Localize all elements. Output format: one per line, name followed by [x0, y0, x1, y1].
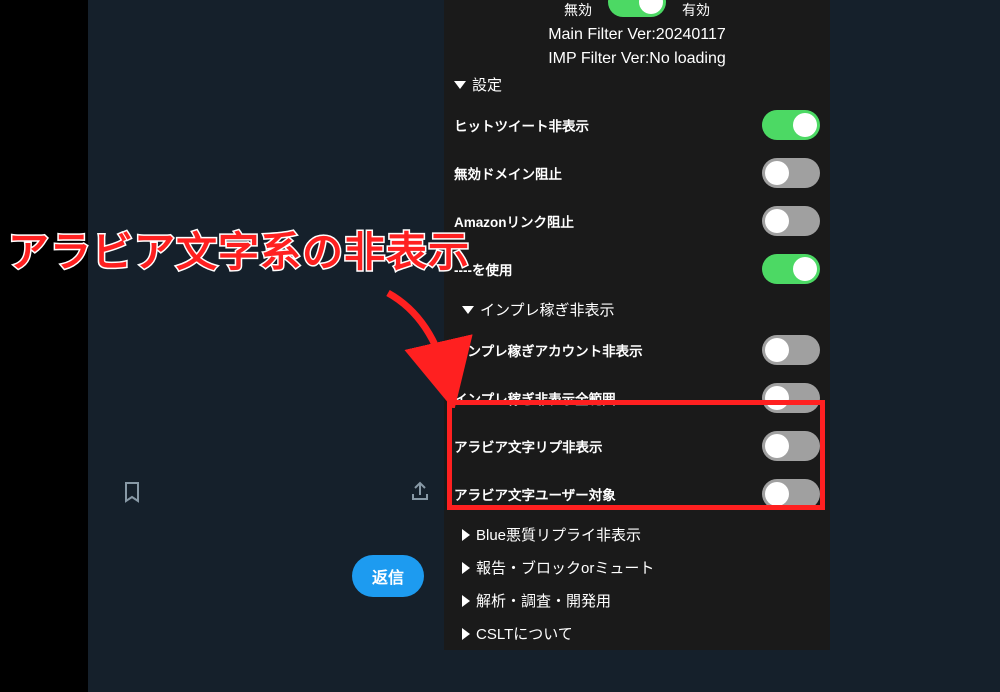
top-off-label: 無効 — [564, 0, 592, 20]
row-impress-account-hide: インプレ稼ぎアカウント非表示 — [452, 326, 822, 374]
toggle-arabic-user-target[interactable] — [762, 479, 820, 509]
toggle-impress-account-hide[interactable] — [762, 335, 820, 365]
chevron-down-icon — [454, 81, 466, 89]
toggle-amazon-link-block[interactable] — [762, 206, 820, 236]
section-debug[interactable]: 解析・調査・開発用 — [452, 584, 822, 617]
top-on-label: 有効 — [682, 0, 710, 20]
section-impress-label: インプレ稼ぎ非表示 — [480, 299, 615, 320]
bookmark-icon[interactable] — [120, 480, 144, 504]
toggle-impress-hide-all[interactable] — [762, 383, 820, 413]
chevron-right-icon — [462, 628, 470, 640]
section-blue-bad-reply[interactable]: Blue悪質リプライ非表示 — [452, 518, 822, 551]
main-filter-version: Main Filter Ver:20240117 — [452, 26, 822, 44]
reply-button[interactable]: 返信 — [352, 555, 424, 597]
setting-label: インプレ稼ぎ非表示全範囲 — [454, 388, 616, 408]
chevron-right-icon — [462, 562, 470, 574]
master-toggle[interactable] — [608, 0, 666, 17]
row-hit-tweet-hide: ヒットツイート非表示 — [452, 101, 822, 149]
section-label: 解析・調査・開発用 — [476, 590, 611, 611]
row-amazon-link-block: Amazonリンク阻止 — [452, 197, 822, 245]
toggle-invalid-domain-block[interactable] — [762, 158, 820, 188]
imp-filter-version: IMP Filter Ver:No loading — [452, 50, 822, 68]
section-label: Blue悪質リプライ非表示 — [476, 524, 641, 545]
setting-label: ヒットツイート非表示 — [454, 115, 589, 135]
toggle-hit-tweet-hide[interactable] — [762, 110, 820, 140]
share-icon[interactable] — [408, 480, 432, 504]
row-arabic-reply-hide: アラビア文字リプ非表示 — [452, 422, 822, 470]
toggle-use-something[interactable] — [762, 254, 820, 284]
chevron-down-icon — [462, 306, 474, 314]
setting-label: Amazonリンク阻止 — [454, 211, 574, 231]
section-about[interactable]: CSLTについて — [452, 617, 822, 650]
setting-label: アラビア文字ユーザー対象 — [454, 484, 616, 504]
section-label: CSLTについて — [476, 623, 573, 644]
row-invalid-domain-block: 無効ドメイン阻止 — [452, 149, 822, 197]
chevron-right-icon — [462, 595, 470, 607]
toggle-arabic-reply-hide[interactable] — [762, 431, 820, 461]
setting-label: 無効ドメイン阻止 — [454, 163, 562, 183]
extension-panel: 無効 有効 Main Filter Ver:20240117 IMP Filte… — [444, 0, 830, 650]
chevron-right-icon — [462, 529, 470, 541]
row-use-something: ----を使用 — [452, 245, 822, 293]
row-arabic-user-target: アラビア文字ユーザー対象 — [452, 470, 822, 518]
annotation-title: アラビア文字系の非表示 — [8, 218, 470, 278]
section-report-block-mute[interactable]: 報告・ブロックorミュート — [452, 551, 822, 584]
section-label: 報告・ブロックorミュート — [476, 557, 654, 578]
row-impress-hide-all: インプレ稼ぎ非表示全範囲 — [452, 374, 822, 422]
section-impress[interactable]: インプレ稼ぎ非表示 — [452, 293, 822, 326]
section-settings[interactable]: 設定 — [452, 68, 822, 101]
setting-label: インプレ稼ぎアカウント非表示 — [454, 340, 643, 360]
section-settings-label: 設定 — [472, 74, 502, 95]
setting-label: アラビア文字リプ非表示 — [454, 436, 603, 456]
